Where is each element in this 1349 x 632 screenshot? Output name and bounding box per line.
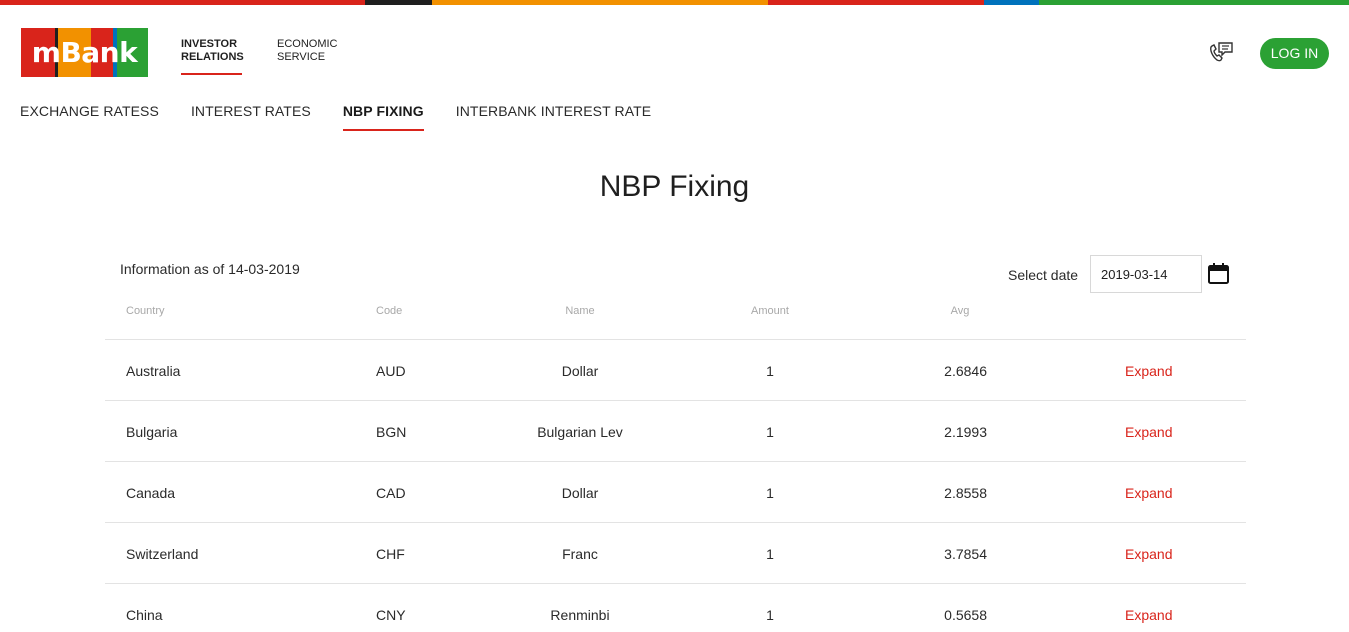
tab-interest-rates[interactable]: INTEREST RATES: [191, 103, 311, 131]
cell-code: CNY: [376, 607, 406, 623]
cell-amount: 1: [766, 424, 774, 440]
logo-text: mBank: [31, 36, 138, 69]
expand-link[interactable]: Expand: [1125, 607, 1175, 623]
table-row: Bulgaria BGN Bulgarian Lev 1 2.1993 Expa…: [105, 400, 1246, 461]
cell-name: Dollar: [561, 363, 599, 379]
page-title: NBP Fixing: [599, 170, 750, 203]
cell-country: Canada: [126, 485, 176, 501]
login-button[interactable]: LOG IN: [1260, 38, 1329, 69]
header-code: Code: [376, 305, 403, 317]
tab-exchange-rates[interactable]: EXCHANGE RATESS: [20, 103, 159, 131]
cell-amount: 1: [766, 546, 774, 562]
cell-name: Bulgarian Lev: [537, 424, 623, 440]
nav-investor-relations[interactable]: INVESTOR RELATIONS: [181, 38, 245, 76]
table-row: Switzerland CHF Franc 1 3.7854 Expand: [105, 522, 1246, 583]
header-avg: Avg: [950, 305, 970, 317]
cell-country: Australia: [126, 363, 181, 379]
fixing-table: Australia AUD Dollar 1 2.6846 Expand Bul…: [105, 339, 1246, 632]
cell-avg: 2.8558: [944, 485, 987, 501]
info-as-of: Information as of 14-03-2019: [120, 261, 300, 277]
tab-nbp-fixing[interactable]: NBP FIXING: [342, 103, 424, 131]
cell-code: BGN: [376, 424, 407, 440]
cell-amount: 1: [766, 607, 774, 623]
expand-link[interactable]: Expand: [1125, 546, 1175, 562]
phone-chat-icon[interactable]: [1207, 41, 1235, 65]
cell-avg: 0.5658: [944, 607, 987, 623]
select-date-label: Select date: [1008, 267, 1079, 283]
header-name: Name: [565, 305, 595, 317]
expand-link[interactable]: Expand: [1125, 363, 1175, 379]
expand-link[interactable]: Expand: [1125, 424, 1175, 440]
table-header: Country Code Name Amount Avg: [105, 305, 1246, 319]
cell-country: China: [126, 607, 163, 623]
cell-avg: 3.7854: [944, 546, 987, 562]
calendar-icon[interactable]: [1208, 263, 1229, 284]
cell-country: Bulgaria: [126, 424, 178, 440]
header-amount: Amount: [751, 305, 789, 317]
cell-avg: 2.1993: [944, 424, 987, 440]
mbank-logo[interactable]: mBank: [21, 28, 148, 77]
cell-name: Renminbi: [550, 607, 610, 623]
header-country: Country: [126, 305, 165, 317]
cell-code: CAD: [376, 485, 406, 501]
table-row: Canada CAD Dollar 1 2.8558 Expand: [105, 461, 1246, 522]
rates-tabs: EXCHANGE RATESS INTEREST RATES NBP FIXIN…: [20, 103, 651, 131]
cell-amount: 1: [766, 363, 774, 379]
date-input[interactable]: [1090, 255, 1202, 293]
cell-country: Switzerland: [126, 546, 199, 562]
table-row: China CNY Renminbi 1 0.5658 Expand: [105, 583, 1246, 632]
top-navigation: INVESTOR RELATIONS ECONOMIC SERVICE: [181, 38, 341, 76]
table-row: Australia AUD Dollar 1 2.6846 Expand: [105, 339, 1246, 400]
tab-interbank-interest-rate[interactable]: INTERBANK INTEREST RATE: [456, 103, 651, 131]
site-header: mBank INVESTOR RELATIONS ECONOMIC SERVIC…: [0, 5, 1349, 90]
cell-code: CHF: [376, 546, 405, 562]
cell-avg: 2.6846: [944, 363, 987, 379]
cell-code: AUD: [376, 363, 406, 379]
expand-link[interactable]: Expand: [1125, 485, 1175, 501]
cell-name: Dollar: [561, 485, 599, 501]
nav-economic-service[interactable]: ECONOMIC SERVICE: [277, 38, 341, 76]
cell-name: Franc: [562, 546, 598, 562]
cell-amount: 1: [766, 485, 774, 501]
